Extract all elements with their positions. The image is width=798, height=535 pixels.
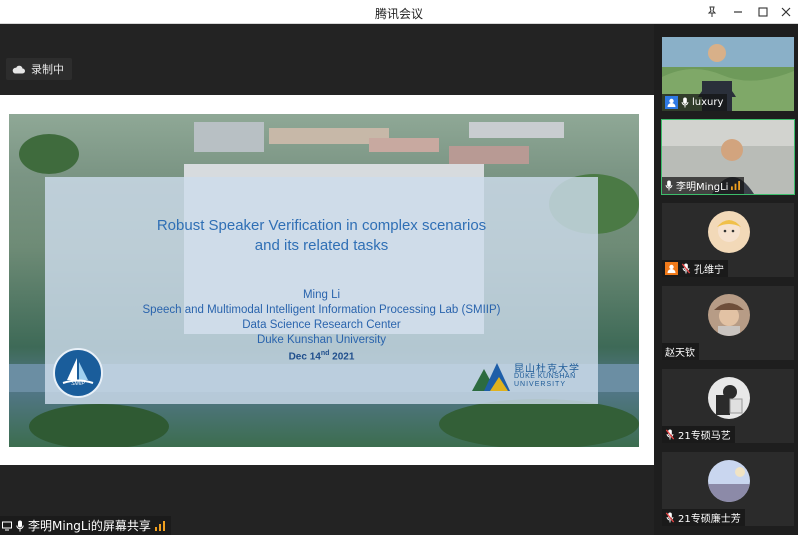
pin-icon[interactable] bbox=[703, 3, 721, 21]
participant-name-bar: 21专硕廉士芳 bbox=[662, 509, 745, 526]
avatar bbox=[708, 294, 750, 336]
participant-tile[interactable]: 孔维宁 bbox=[662, 203, 794, 277]
participants-panel: luxury 李明MingLi 孔维宁 赵天钦 21专硕马艺 21专硕廉士芳 bbox=[654, 24, 798, 535]
participant-name-bar: 李明MingLi bbox=[662, 177, 745, 194]
participant-name-bar: 赵天钦 bbox=[662, 343, 699, 360]
slide-lab: Speech and Multimodal Intelligent Inform… bbox=[142, 304, 501, 316]
participant-name: luxury bbox=[692, 97, 724, 108]
participant-name: 21专硕廉士芳 bbox=[678, 514, 741, 525]
participant-tile-active[interactable]: 李明MingLi bbox=[661, 119, 795, 195]
microphone-icon bbox=[16, 520, 24, 532]
participant-name: 赵天钦 bbox=[665, 348, 695, 359]
close-button[interactable] bbox=[777, 3, 795, 21]
avatar bbox=[708, 460, 750, 502]
minimize-button[interactable] bbox=[729, 3, 747, 21]
participant-tile[interactable]: 21专硕廉士芳 bbox=[662, 452, 794, 526]
presentation-slide: Robust Speaker Verification in complex s… bbox=[9, 114, 639, 447]
slide-container: Robust Speaker Verification in complex s… bbox=[0, 95, 654, 465]
participant-tile[interactable]: 赵天钦 bbox=[662, 286, 794, 360]
microphone-muted-icon bbox=[665, 512, 675, 523]
avatar bbox=[708, 211, 750, 253]
microphone-muted-icon bbox=[665, 429, 675, 440]
recording-label: 录制中 bbox=[31, 63, 64, 76]
participant-name: 21专硕马艺 bbox=[678, 431, 731, 442]
recording-indicator[interactable]: 录制中 bbox=[6, 58, 72, 80]
smiip-logo: SMIIP bbox=[53, 348, 103, 398]
shared-screen-area: 录制中 Robust Speaker Verification in compl… bbox=[0, 24, 654, 535]
user-icon bbox=[665, 96, 678, 109]
screen-share-icon bbox=[2, 521, 12, 531]
microphone-icon bbox=[665, 180, 673, 191]
microphone-muted-icon bbox=[681, 263, 691, 274]
participant-tile[interactable]: luxury bbox=[662, 37, 794, 111]
participant-name: 李明MingLi bbox=[676, 182, 729, 193]
slide-title-line2: and its related tasks bbox=[254, 237, 389, 254]
signal-icon bbox=[154, 520, 165, 531]
user-icon bbox=[665, 262, 678, 275]
window-title: 腾讯会议 bbox=[374, 7, 423, 21]
slide-author: Ming Li bbox=[302, 289, 341, 301]
cloud-icon bbox=[12, 65, 25, 74]
slide-center: Data Science Research Center bbox=[242, 319, 401, 331]
avatar bbox=[708, 377, 750, 419]
maximize-button[interactable] bbox=[754, 3, 772, 21]
slide-title-panel: Robust Speaker Verification in complex s… bbox=[45, 177, 598, 404]
slide-title-line1: Robust Speaker Verification in complex s… bbox=[156, 217, 487, 234]
signal-icon bbox=[731, 181, 741, 190]
slide-university: Duke Kunshan University bbox=[256, 334, 387, 346]
microphone-icon bbox=[681, 97, 689, 108]
screen-share-label[interactable]: 李明MingLi的屏幕共享 bbox=[0, 516, 171, 535]
participant-name: 孔维宁 bbox=[694, 265, 724, 276]
title-bar: 腾讯会议 bbox=[0, 0, 798, 24]
participant-name-bar: luxury bbox=[662, 94, 728, 111]
participant-name-bar: 21专硕马艺 bbox=[662, 426, 735, 443]
screen-share-name: 李明MingLi的屏幕共享 bbox=[28, 519, 151, 533]
participant-name-bar: 孔维宁 bbox=[662, 260, 728, 277]
participant-tile[interactable]: 21专硕马艺 bbox=[662, 369, 794, 443]
dku-logo: 昆山杜克大学 DUKE KUNSHAN UNIVERSITY bbox=[470, 357, 585, 397]
